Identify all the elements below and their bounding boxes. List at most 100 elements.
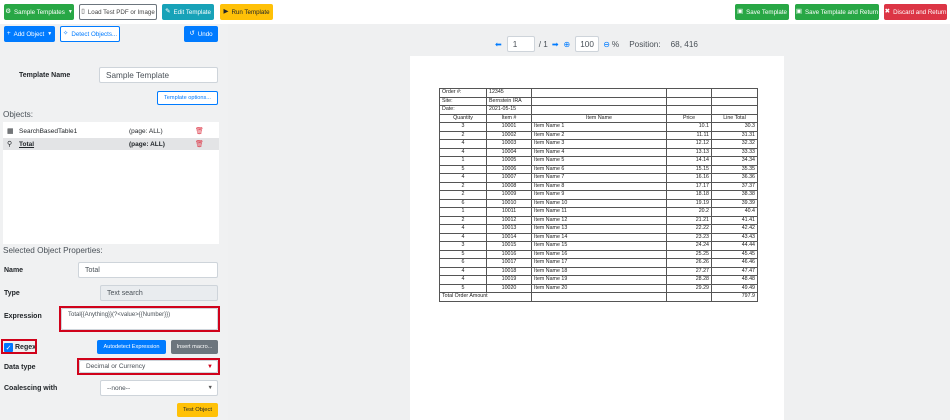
cell-quantity: 4 bbox=[439, 173, 487, 183]
name-input[interactable]: Total bbox=[78, 262, 218, 278]
save-and-return-button[interactable]: ▣ Save Template and Return bbox=[795, 4, 879, 20]
cell-line-total: 45.45 bbox=[711, 249, 758, 259]
cell-line-total: 37.37 bbox=[711, 181, 758, 191]
cell-price: 23.23 bbox=[666, 232, 712, 242]
cell-item-number: 10010 bbox=[486, 198, 532, 208]
data-type-label: Data type bbox=[4, 364, 36, 371]
cell-price: 26.26 bbox=[666, 258, 712, 268]
cell-item-number: 10005 bbox=[486, 156, 532, 166]
cell-price: 13.13 bbox=[666, 147, 712, 157]
cell-line-total: 48.48 bbox=[711, 275, 758, 285]
zoom-input[interactable]: 100 bbox=[575, 36, 600, 52]
zoom-unit: % bbox=[611, 39, 620, 49]
table-row: 1 10005 Item Name 5 14.14 34.34 bbox=[439, 156, 758, 166]
plus-icon: + bbox=[6, 29, 11, 37]
object-row-searchbasedtable1[interactable]: ▦ SearchBasedTable1 (page: ALL) 🗑 bbox=[3, 125, 219, 137]
object-row-total[interactable]: ⚲ Total (page: ALL) 🗑 bbox=[3, 138, 219, 150]
cell-quantity: 4 bbox=[439, 147, 487, 157]
trash-icon[interactable]: 🗑 bbox=[195, 127, 204, 135]
expression-label: Expression bbox=[4, 313, 42, 320]
cell-item-number: 10013 bbox=[486, 224, 532, 234]
cell-item-number: 10014 bbox=[486, 232, 532, 242]
header-price: Price bbox=[666, 113, 712, 123]
cell-item-name: Item Name 7 bbox=[531, 173, 667, 183]
zoom-out-icon[interactable]: ⊖ bbox=[603, 40, 610, 49]
edit-template-button[interactable]: ✎ Edit Template bbox=[162, 4, 214, 20]
page-number-input[interactable]: 1 bbox=[506, 36, 535, 52]
table-row: 1 10011 Item Name 11 20.2 40.4 bbox=[439, 207, 758, 217]
cell-quantity: 4 bbox=[439, 224, 487, 234]
template-name-input[interactable]: Sample Template bbox=[99, 67, 218, 83]
cell-item-name: Item Name 16 bbox=[531, 249, 667, 259]
detect-objects-label: Detect Objects... bbox=[71, 30, 118, 38]
cell-quantity: 3 bbox=[439, 241, 487, 251]
discard-and-return-button[interactable]: ✖ Discard and Return bbox=[884, 4, 947, 20]
arrow-right-icon[interactable]: ➡ bbox=[552, 40, 559, 49]
date-row: Date: 2021-05-15 bbox=[439, 105, 758, 115]
run-template-button[interactable]: ▶ Run Template bbox=[220, 4, 273, 20]
cell-item-number: 10006 bbox=[486, 164, 532, 174]
cell-quantity: 2 bbox=[439, 190, 487, 200]
trash-icon[interactable]: 🗑 bbox=[195, 140, 204, 148]
cell-line-total: 42.42 bbox=[711, 224, 758, 234]
coalescing-value: --none-- bbox=[107, 384, 131, 392]
load-pdf-button[interactable]: ▯ Load Test PDF or Image bbox=[79, 4, 157, 20]
test-object-button[interactable]: Test Object bbox=[177, 403, 218, 417]
arrow-left-icon[interactable]: ⬅ bbox=[495, 40, 502, 49]
discard-and-return-label: Discard and Return bbox=[893, 8, 947, 16]
table-icon: ▦ bbox=[7, 128, 14, 135]
object-name: Total bbox=[19, 140, 35, 148]
cell-line-total: 43.43 bbox=[711, 232, 758, 242]
site-label: Site: bbox=[439, 96, 487, 106]
header-item-number: Item # bbox=[486, 113, 532, 123]
coalescing-label: Coalescing with bbox=[4, 385, 58, 392]
cell-item-name: Item Name 10 bbox=[531, 198, 667, 208]
chevron-down-icon: ▼ bbox=[207, 385, 213, 391]
cell-price: 15.15 bbox=[666, 164, 712, 174]
cell-price: 12.12 bbox=[666, 139, 712, 149]
table-row: 4 10007 Item Name 7 16.16 36.36 bbox=[439, 173, 758, 183]
cell-price: 11.11 bbox=[666, 130, 712, 140]
cell-item-number: 10008 bbox=[486, 181, 532, 191]
cell-price: 18.18 bbox=[666, 190, 712, 200]
undo-button[interactable]: ↺ Undo bbox=[184, 26, 218, 42]
add-object-button[interactable]: + Add Object ▼ bbox=[4, 26, 55, 42]
coalescing-select[interactable]: --none-- ▼ bbox=[100, 380, 218, 396]
cell-line-total: 49.49 bbox=[711, 283, 758, 293]
table-row: 4 10014 Item Name 14 23.23 43.43 bbox=[439, 232, 758, 242]
undo-label: Undo bbox=[197, 30, 213, 38]
magic-icon: ✧ bbox=[62, 29, 69, 37]
save-template-button[interactable]: ▣ Save Template bbox=[735, 4, 789, 20]
template-options-button[interactable]: Template options... bbox=[157, 91, 218, 105]
table-row: 3 10015 Item Name 15 24.24 44.44 bbox=[439, 241, 758, 251]
cell-item-name: Item Name 1 bbox=[531, 122, 667, 132]
cell-price: 16.16 bbox=[666, 173, 712, 183]
cell-item-number: 10011 bbox=[486, 207, 532, 217]
autodetect-expression-button[interactable]: Autodetect Expression bbox=[97, 340, 166, 354]
table-row: 2 10008 Item Name 8 17.17 37.37 bbox=[439, 181, 758, 191]
cell-quantity: 6 bbox=[439, 258, 487, 268]
header-item-name: Item Name bbox=[531, 113, 667, 123]
detect-objects-button[interactable]: ✧ Detect Objects... bbox=[60, 26, 120, 42]
cell-item-number: 10003 bbox=[486, 139, 532, 149]
cell-item-name: Item Name 5 bbox=[531, 156, 667, 166]
caret-down-icon: ▼ bbox=[67, 8, 73, 15]
search-icon: ⚲ bbox=[7, 141, 13, 148]
object-page: (page: ALL) bbox=[129, 140, 165, 148]
table-row: 4 10004 Item Name 4 13.13 33.33 bbox=[439, 147, 758, 157]
expression-highlight bbox=[59, 306, 220, 332]
cell-item-name: Item Name 9 bbox=[531, 190, 667, 200]
insert-macro-button[interactable]: Insert macro... bbox=[171, 340, 218, 354]
cell-quantity: 3 bbox=[439, 122, 487, 132]
cell-item-number: 10018 bbox=[486, 266, 532, 276]
header-quantity: Quantity bbox=[439, 113, 487, 123]
cell-price: 27.27 bbox=[666, 266, 712, 276]
cell-price: 14.14 bbox=[666, 156, 712, 166]
cell-quantity: 5 bbox=[439, 164, 487, 174]
sample-templates-button[interactable]: ⚙ Sample Templates ▼ bbox=[4, 4, 74, 20]
object-name: SearchBasedTable1 bbox=[19, 127, 78, 135]
cell-item-name: Item Name 3 bbox=[531, 139, 667, 149]
zoom-in-icon[interactable]: ⊕ bbox=[564, 40, 571, 49]
cell-quantity: 5 bbox=[439, 283, 487, 293]
cell-quantity: 6 bbox=[439, 198, 487, 208]
